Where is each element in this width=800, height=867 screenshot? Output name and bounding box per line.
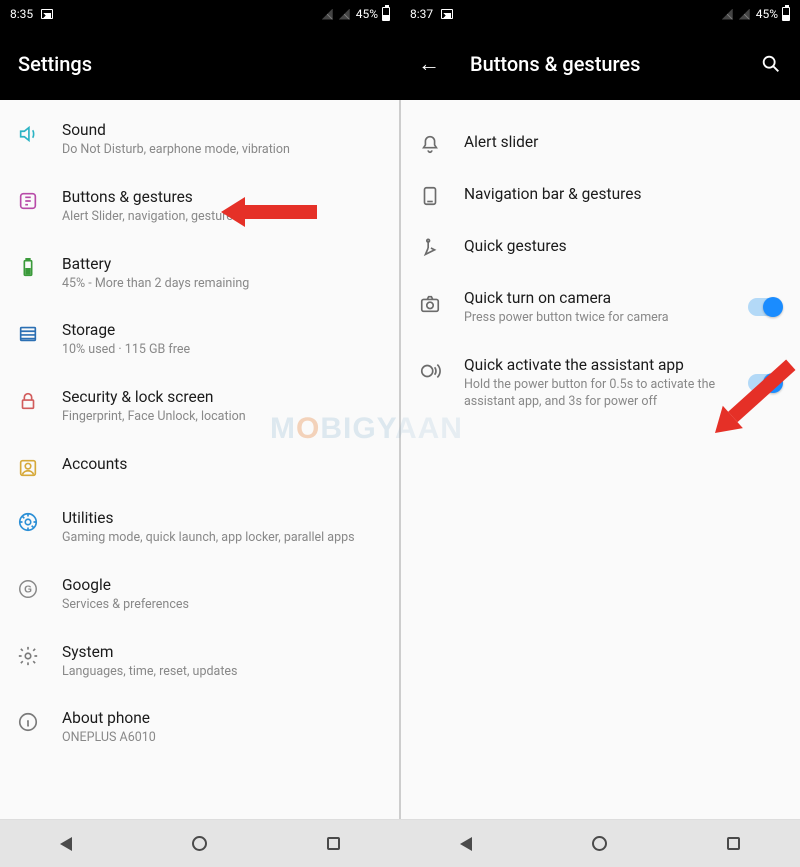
toggle-quick-camera[interactable] [748,298,782,316]
status-time: 8:35 [10,7,33,21]
row-title: About phone [62,708,382,729]
row-alert-slider[interactable]: Alert slider [400,118,800,170]
settings-row-utilities[interactable]: Utilities Gaming mode, quick launch, app… [0,494,400,561]
nav-back-button[interactable] [460,837,472,851]
security-icon [16,389,40,413]
nav-home-button[interactable] [192,836,207,851]
navigation-bar [0,819,400,867]
header-settings: Settings [0,28,400,100]
row-title: Accounts [62,454,382,475]
nav-recents-button[interactable] [727,837,740,850]
page-title: Buttons & gestures [470,52,640,76]
sound-icon [16,122,40,146]
settings-row-about[interactable]: About phone ONEPLUS A6010 [0,694,400,761]
settings-row-buttons-gestures[interactable]: Buttons & gestures Alert Slider, navigat… [0,173,400,240]
status-bar: 8:35 45% [0,0,400,28]
status-battery-pct: 45% [356,7,378,21]
search-icon[interactable] [760,53,782,75]
no-sim-icon [322,9,333,20]
screen-divider [399,98,401,819]
row-subtitle: Hold the power button for 0.5s to activa… [464,377,716,411]
buttons-icon [16,189,40,213]
no-sim-icon [739,9,750,20]
status-bar: 8:37 45% [400,0,800,28]
battery-icon [16,256,40,280]
status-time: 8:37 [410,7,433,21]
status-battery-pct: 45% [756,7,778,21]
row-title: Navigation bar & gestures [464,184,782,205]
row-subtitle: Languages, time, reset, updates [62,664,382,681]
navbar-icon [418,184,442,208]
row-title: Battery [62,254,382,275]
alert-slider-icon [418,132,442,156]
settings-row-accounts[interactable]: Accounts [0,440,400,494]
row-title: Quick turn on camera [464,288,716,309]
row-subtitle: ONEPLUS A6010 [62,730,382,747]
header-buttons-gestures: ← Buttons & gestures [400,28,800,100]
settings-list[interactable]: Sound Do Not Disturb, earphone mode, vib… [0,100,400,819]
toggle-quick-assistant[interactable] [748,374,782,392]
no-sim-icon [339,9,350,20]
row-subtitle: Alert Slider, navigation, gestures [62,209,382,226]
row-subtitle: 45% - More than 2 days remaining [62,276,382,293]
row-subtitle: Gaming mode, quick launch, app locker, p… [62,530,382,547]
utilities-icon [16,510,40,534]
camera-icon [418,292,442,316]
nav-back-button[interactable] [60,837,72,851]
settings-row-sound[interactable]: Sound Do Not Disturb, earphone mode, vib… [0,106,400,173]
row-title: Buttons & gestures [62,187,382,208]
row-subtitle: Press power button twice for camera [464,310,716,327]
row-title: Utilities [62,508,382,529]
row-subtitle: Do Not Disturb, earphone mode, vibration [62,142,382,159]
accounts-icon [16,456,40,480]
no-sim-icon [722,9,733,20]
about-icon [16,710,40,734]
row-title: Security & lock screen [62,387,382,408]
image-icon [41,9,53,19]
battery-icon [782,7,790,21]
row-quick-gestures[interactable]: Quick gestures [400,222,800,274]
row-title: System [62,642,382,663]
page-title: Settings [18,52,92,76]
watermark: MOBIGYAAN [270,412,463,446]
back-button[interactable]: ← [418,51,440,77]
storage-icon [16,322,40,346]
row-title: Alert slider [464,132,782,153]
row-navigation-bar-gestures[interactable]: Navigation bar & gestures [400,170,800,222]
settings-row-google[interactable]: G Google Services & preferences [0,561,400,628]
image-icon [441,9,453,19]
row-title: Quick gestures [464,236,782,257]
row-title: Sound [62,120,382,141]
settings-row-system[interactable]: System Languages, time, reset, updates [0,628,400,695]
navigation-bar [400,819,800,867]
quick-gestures-icon [418,236,442,260]
row-quick-turn-on-camera[interactable]: Quick turn on camera Press power button … [400,274,800,341]
assistant-icon [418,359,442,383]
row-title: Storage [62,320,382,341]
nav-recents-button[interactable] [327,837,340,850]
row-title: Quick activate the assistant app [464,355,716,376]
settings-row-battery[interactable]: Battery 45% - More than 2 days remaining [0,240,400,307]
svg-text:G: G [24,584,32,595]
row-title: Google [62,575,382,596]
settings-row-storage[interactable]: Storage 10% used · 115 GB free [0,306,400,373]
google-icon: G [16,577,40,601]
row-subtitle: 10% used · 115 GB free [62,342,382,359]
battery-icon [382,7,390,21]
nav-home-button[interactable] [592,836,607,851]
buttons-gestures-list[interactable]: Alert slider Navigation bar & gestures Q… [400,100,800,819]
row-subtitle: Services & preferences [62,597,382,614]
system-icon [16,644,40,668]
